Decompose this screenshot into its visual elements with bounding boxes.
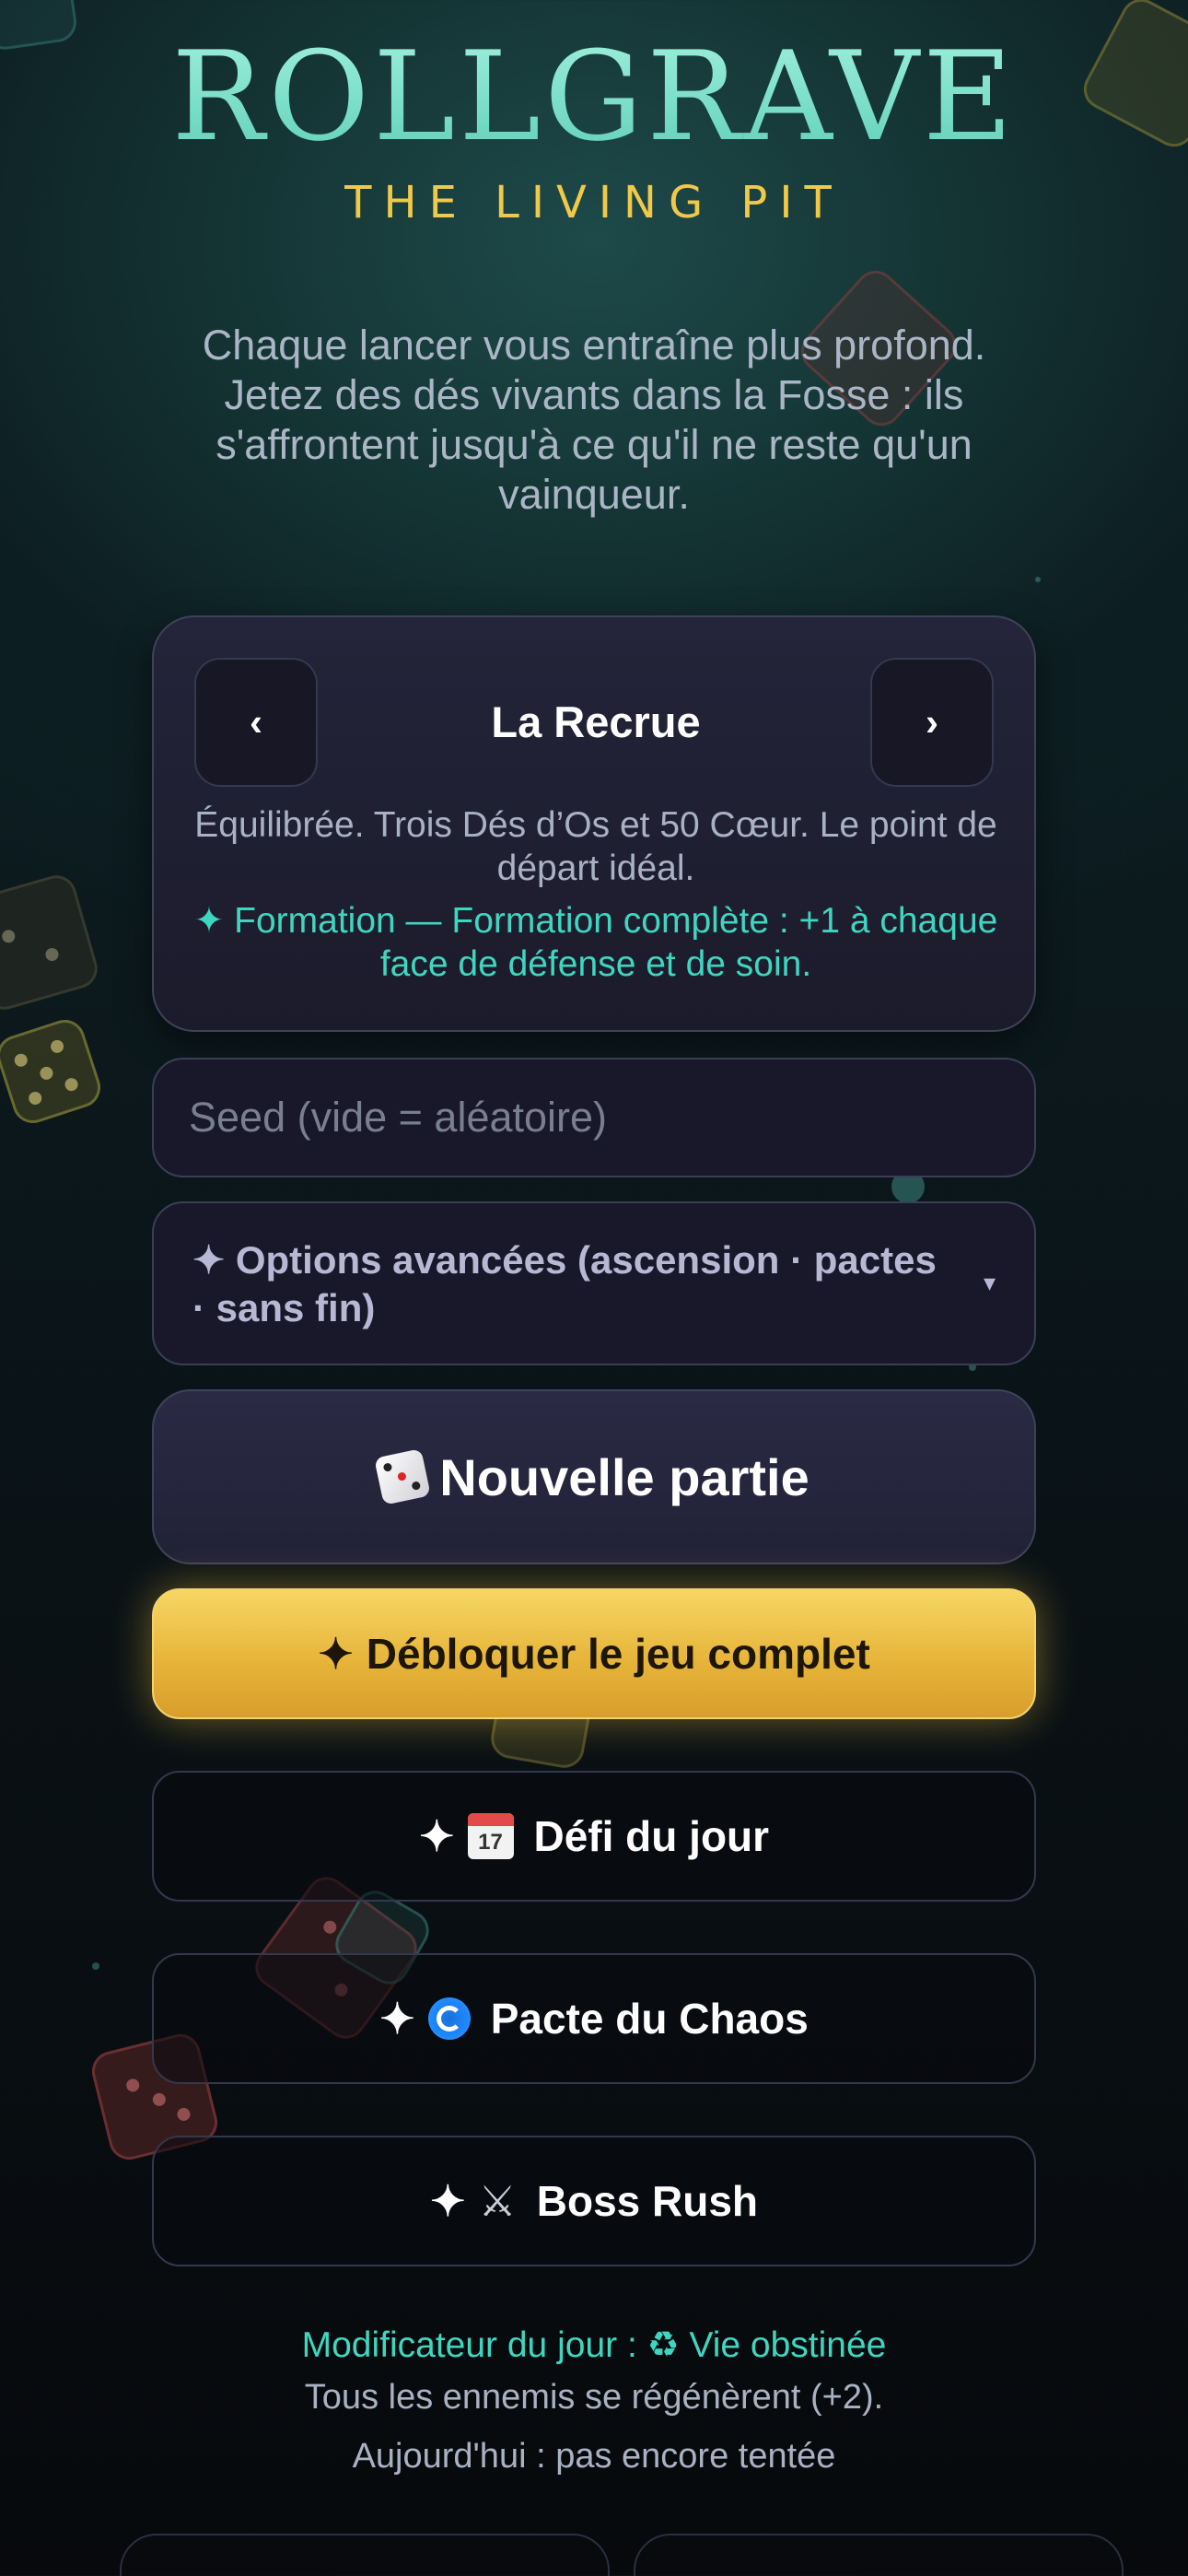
unlock-full-game-button[interactable]: ✦ Débloquer le jeu complet bbox=[152, 1588, 1036, 1719]
chaos-pact-button[interactable]: ✦ Pacte du Chaos bbox=[152, 1953, 1036, 2084]
app-title: ROLLGRAVE bbox=[0, 28, 1188, 166]
advanced-options-toggle[interactable]: ✦ Options avancées (ascension · pactes ·… bbox=[152, 1201, 1036, 1365]
sparkle-icon: ✦ bbox=[318, 1630, 354, 1678]
daily-challenge-label: Défi du jour bbox=[533, 1812, 770, 1860]
calendar-icon: 17 bbox=[467, 1813, 514, 1859]
advanced-options-label: ✦ Options avancées (ascension · pactes ·… bbox=[192, 1238, 937, 1329]
next-difficulty-button[interactable]: › bbox=[870, 658, 994, 787]
daily-modifier-description: Tous les ennemis se régénèrent (+2). bbox=[304, 2378, 884, 2417]
app-subtitle: THE LIVING PIT bbox=[344, 177, 844, 228]
chevron-down-icon: ▾ bbox=[983, 1270, 996, 1297]
daily-attempt-status: Aujourd'hui : pas encore tentée bbox=[352, 2437, 836, 2476]
chaos-pact-label: Pacte du Chaos bbox=[490, 1995, 809, 2043]
sparkle-icon: ✦ bbox=[429, 2177, 466, 2225]
unlock-label: Débloquer le jeu complet bbox=[366, 1630, 870, 1678]
decor-die-left-gold bbox=[0, 1014, 106, 1129]
daily-modifier: Modificateur du jour : ♻ Vie obstinée bbox=[301, 2325, 887, 2365]
new-game-button[interactable]: Nouvelle partie bbox=[152, 1389, 1036, 1564]
boss-rush-label: Boss Rush bbox=[536, 2177, 759, 2225]
seed-input[interactable] bbox=[152, 1058, 1036, 1177]
cyclone-icon bbox=[427, 1997, 471, 2040]
sparkle-icon: ✦ bbox=[418, 1812, 455, 1860]
new-game-label: Nouvelle partie bbox=[439, 1447, 809, 1506]
crossed-swords-icon: ⚔ bbox=[478, 2177, 517, 2225]
difficulty-card: ‹ La Recrue › Équilibrée. Trois Dés d’Os… bbox=[152, 615, 1036, 1032]
game-die-icon bbox=[374, 1448, 432, 1505]
bottom-panel-left[interactable] bbox=[120, 2534, 610, 2576]
difficulty-name: La Recrue bbox=[491, 697, 701, 746]
daily-challenge-button[interactable]: ✦ 17 Défi du jour bbox=[152, 1771, 1036, 1902]
bottom-panel-right[interactable] bbox=[634, 2534, 1124, 2576]
decor-die-left-grey bbox=[0, 871, 102, 1014]
previous-difficulty-button[interactable]: ‹ bbox=[194, 658, 318, 787]
sparkle-icon: ✦ bbox=[379, 1995, 415, 2043]
boss-rush-button[interactable]: ✦ ⚔ Boss Rush bbox=[152, 2136, 1036, 2266]
difficulty-description: Équilibrée. Trois Dés d’Os et 50 Cœur. L… bbox=[194, 805, 997, 888]
decor-speck bbox=[92, 1962, 99, 1970]
difficulty-perk: ✦ Formation — Formation complète : +1 à … bbox=[193, 901, 998, 984]
decor-speck bbox=[1035, 577, 1041, 582]
intro-text: Chaque lancer vous entraîne plus profond… bbox=[202, 322, 986, 518]
